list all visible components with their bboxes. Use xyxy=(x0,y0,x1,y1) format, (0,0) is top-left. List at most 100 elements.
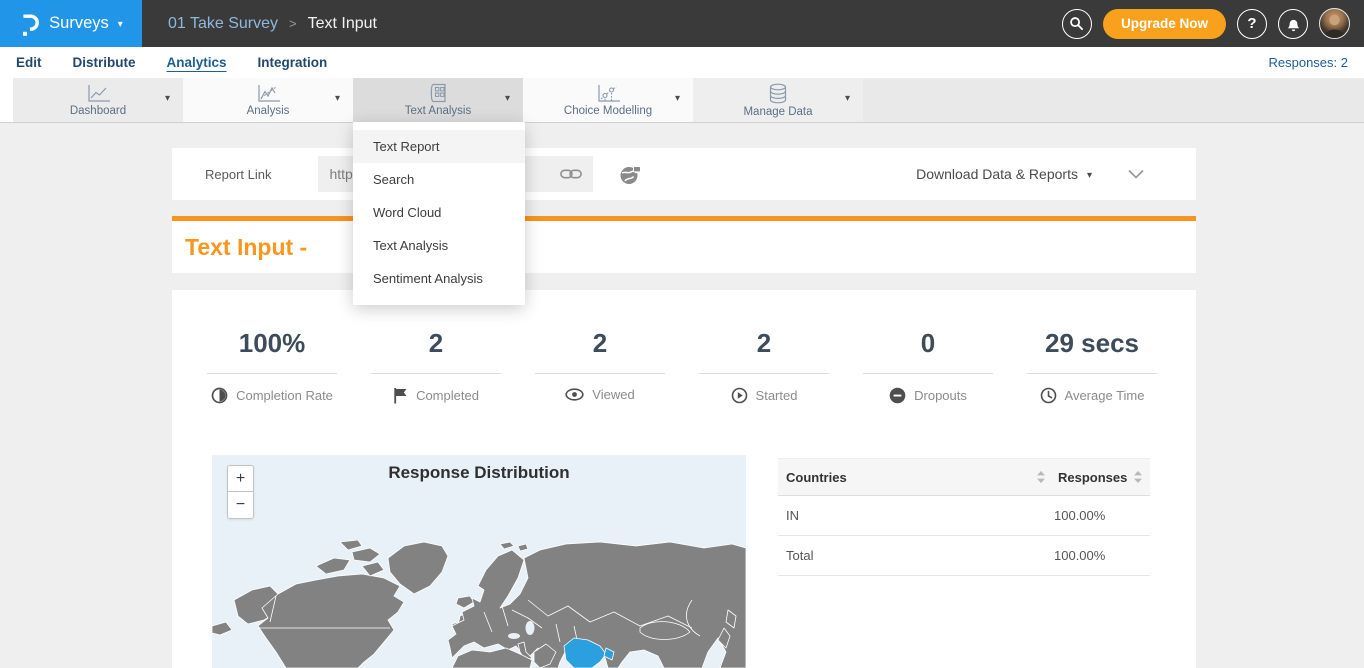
menu-item-word-cloud[interactable]: Word Cloud xyxy=(353,196,525,229)
stat-label: Completed xyxy=(416,388,479,403)
table-row: Total 100.00% xyxy=(778,536,1150,576)
text-analysis-dropdown-menu: Text Report Search Word Cloud Text Analy… xyxy=(353,122,525,305)
search-button[interactable] xyxy=(1062,9,1092,39)
stat-completed: 2 Completed xyxy=(354,328,518,404)
tab-text-analysis[interactable]: Text Analysis ▾ xyxy=(353,78,523,122)
stat-viewed: 2 Viewed xyxy=(518,328,682,404)
help-button[interactable]: ? xyxy=(1237,9,1267,39)
app-root: Surveys ▾ 01 Take Survey > Text Input Up… xyxy=(0,0,1364,668)
map-zoom-controls: + − xyxy=(227,465,254,519)
tab-label: Choice Modelling xyxy=(564,105,652,117)
column-header-countries[interactable]: Countries xyxy=(786,470,1037,485)
breadcrumb-current-page: Text Input xyxy=(308,15,377,33)
notifications-button[interactable] xyxy=(1278,9,1308,39)
table-row: IN 100.00% xyxy=(778,496,1150,536)
text-report-icon xyxy=(426,83,450,103)
download-data-reports-label: Download Data & Reports xyxy=(916,166,1078,182)
analytics-summary-card: 100% Completion Rate 2 xyxy=(172,290,1196,668)
menu-item-search[interactable]: Search xyxy=(353,163,525,196)
stat-value: 0 xyxy=(846,328,1010,359)
page-title: Text Input - xyxy=(185,234,307,261)
menu-item-sentiment-analysis[interactable]: Sentiment Analysis xyxy=(353,262,525,295)
chevron-down-icon: ▾ xyxy=(118,19,123,30)
stat-label: Viewed xyxy=(592,387,634,402)
nav-item-analytics[interactable]: Analytics xyxy=(167,55,227,70)
bell-icon xyxy=(1286,16,1301,32)
breadcrumb-separator: > xyxy=(289,16,297,31)
chevron-down-icon: ▾ xyxy=(1087,170,1092,181)
product-switcher[interactable]: Surveys ▾ xyxy=(0,0,142,47)
tab-label: Manage Data xyxy=(743,106,812,118)
menu-item-text-analysis[interactable]: Text Analysis xyxy=(353,229,525,262)
nav-item-integration[interactable]: Integration xyxy=(258,55,328,70)
dashboard-chart-icon xyxy=(85,84,111,103)
product-name: Surveys xyxy=(49,14,109,33)
chevron-down-icon[interactable]: ▾ xyxy=(165,93,170,104)
link-icon[interactable] xyxy=(560,167,582,181)
chevron-down-icon[interactable]: ▾ xyxy=(675,93,680,104)
tab-choice-modelling[interactable]: Choice Modelling ▾ xyxy=(523,78,693,122)
nav-item-edit[interactable]: Edit xyxy=(16,55,42,70)
tab-dashboard[interactable]: Dashboard ▾ xyxy=(13,78,183,122)
stat-value: 29 secs xyxy=(1010,328,1174,359)
responses-cell: 100.00% xyxy=(1054,508,1142,523)
stat-started: 2 Started xyxy=(682,328,846,404)
map-zoom-in-button[interactable]: + xyxy=(227,465,254,492)
collapse-panel-button[interactable] xyxy=(1128,170,1144,179)
responses-cell: 100.00% xyxy=(1054,548,1142,563)
upgrade-now-button[interactable]: Upgrade Now xyxy=(1103,9,1226,39)
chevron-down-icon[interactable]: ▾ xyxy=(335,93,340,104)
world-map xyxy=(212,540,746,668)
stat-value: 100% xyxy=(190,328,354,359)
stat-value: 2 xyxy=(518,328,682,359)
eye-icon xyxy=(565,388,584,401)
survey-nav: Edit Distribute Analytics Integration Re… xyxy=(0,47,1364,78)
question-mark-icon: ? xyxy=(1247,15,1256,32)
tab-analysis[interactable]: Analysis ▾ xyxy=(183,78,353,122)
nav-item-distribute[interactable]: Distribute xyxy=(73,55,136,70)
top-header: Surveys ▾ 01 Take Survey > Text Input Up… xyxy=(0,0,1364,47)
stat-dropouts: 0 Dropouts xyxy=(846,328,1010,404)
report-visibility-button[interactable] xyxy=(619,164,642,185)
clock-icon xyxy=(1040,387,1057,404)
sort-icon[interactable] xyxy=(1134,471,1142,483)
search-icon xyxy=(1069,16,1084,31)
stat-label: Dropouts xyxy=(914,388,967,403)
chevron-down-icon xyxy=(1128,170,1144,179)
chevron-down-icon[interactable]: ▾ xyxy=(845,93,850,104)
breadcrumb: 01 Take Survey > Text Input xyxy=(168,15,377,33)
breadcrumb-survey-link[interactable]: 01 Take Survey xyxy=(168,15,278,33)
analysis-chart-icon xyxy=(255,84,281,103)
questionpro-logo-icon xyxy=(19,11,40,37)
response-distribution-map[interactable]: Response Distribution + − xyxy=(212,455,746,668)
tab-manage-data[interactable]: Manage Data ▾ xyxy=(693,78,863,122)
sort-icon[interactable] xyxy=(1037,471,1045,483)
play-circle-icon xyxy=(731,387,748,404)
chevron-down-icon[interactable]: ▾ xyxy=(505,93,510,104)
stat-label: Completion Rate xyxy=(236,388,333,403)
stat-completion-rate: 100% Completion Rate xyxy=(190,328,354,404)
responses-count: Responses: 2 xyxy=(1269,55,1349,70)
stat-label: Average Time xyxy=(1065,388,1145,403)
tab-label: Analysis xyxy=(247,105,290,117)
user-avatar[interactable] xyxy=(1319,8,1350,39)
menu-item-text-report[interactable]: Text Report xyxy=(353,130,525,163)
countries-table-header: Countries Responses xyxy=(778,458,1150,496)
choice-modelling-chart-icon xyxy=(595,84,621,103)
map-title: Response Distribution xyxy=(212,463,746,483)
column-header-responses[interactable]: Responses xyxy=(1058,470,1124,485)
countries-table: Countries Responses IN 100.00% Total 100… xyxy=(778,458,1150,576)
map-zoom-out-button[interactable]: − xyxy=(227,492,254,519)
globe-lock-icon xyxy=(619,164,642,185)
country-cell: IN xyxy=(786,508,1054,523)
download-data-reports-menu[interactable]: Download Data & Reports ▾ xyxy=(916,166,1092,182)
report-link-label: Report Link xyxy=(205,167,271,182)
stat-value: 2 xyxy=(354,328,518,359)
completion-rate-icon xyxy=(211,387,228,404)
country-cell: Total xyxy=(786,548,1054,563)
tab-label: Dashboard xyxy=(70,105,126,117)
analytics-tabbar: Dashboard ▾ Analysis ▾ Text Analysis ▾ xyxy=(0,78,1364,123)
question-title-card: Text Input - xyxy=(172,221,1196,273)
report-link-card: Report Link https://ww Download Data & R… xyxy=(172,148,1196,200)
minus-circle-icon xyxy=(889,387,906,404)
